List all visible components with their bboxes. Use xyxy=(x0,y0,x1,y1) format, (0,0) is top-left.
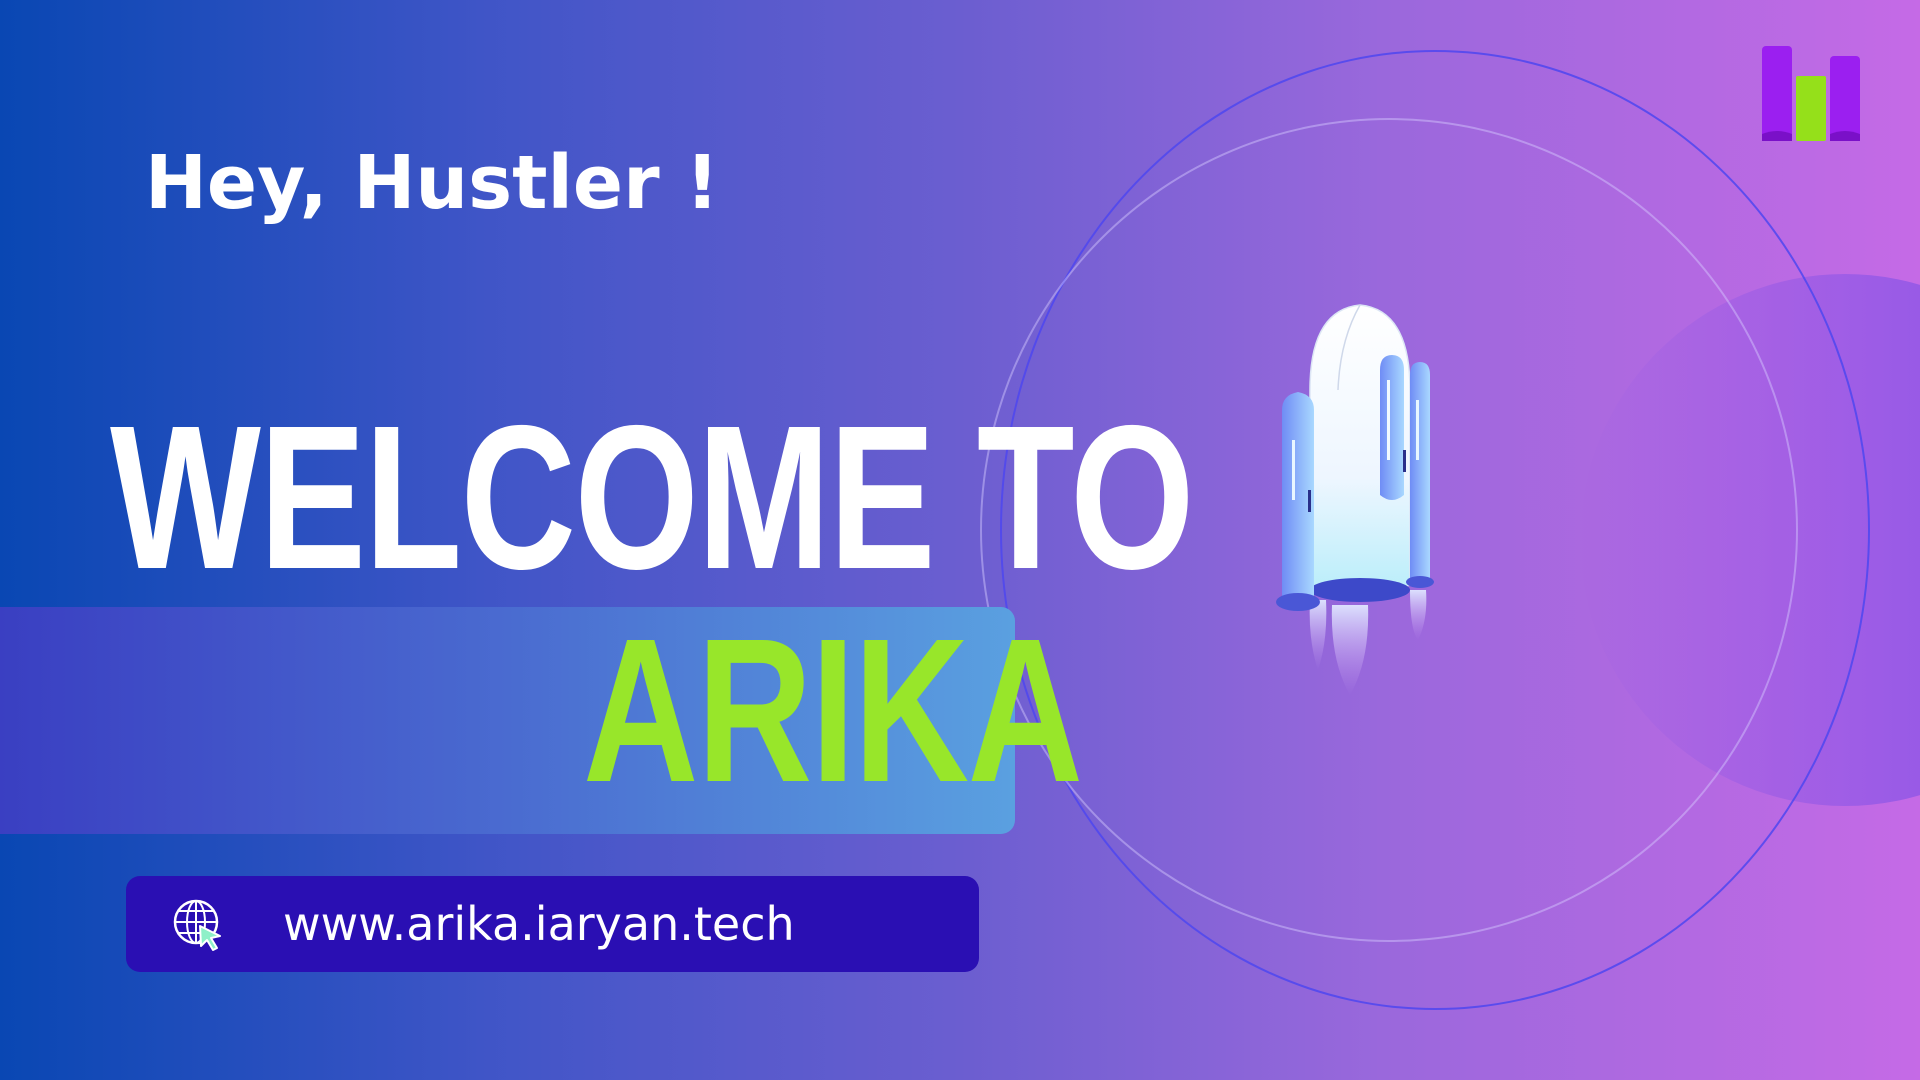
globe-cursor-icon xyxy=(173,899,221,951)
greeting-text: Hey, Hustler ! xyxy=(145,140,720,226)
rocket-icon xyxy=(1276,304,1434,695)
arika-logo xyxy=(1762,46,1860,141)
brand-name: ARIKA xyxy=(583,596,1083,825)
headline: WELCOME TO xyxy=(110,383,1194,612)
website-link[interactable]: www.arika.iaryan.tech xyxy=(126,876,979,972)
website-url: www.arika.iaryan.tech xyxy=(283,897,795,951)
